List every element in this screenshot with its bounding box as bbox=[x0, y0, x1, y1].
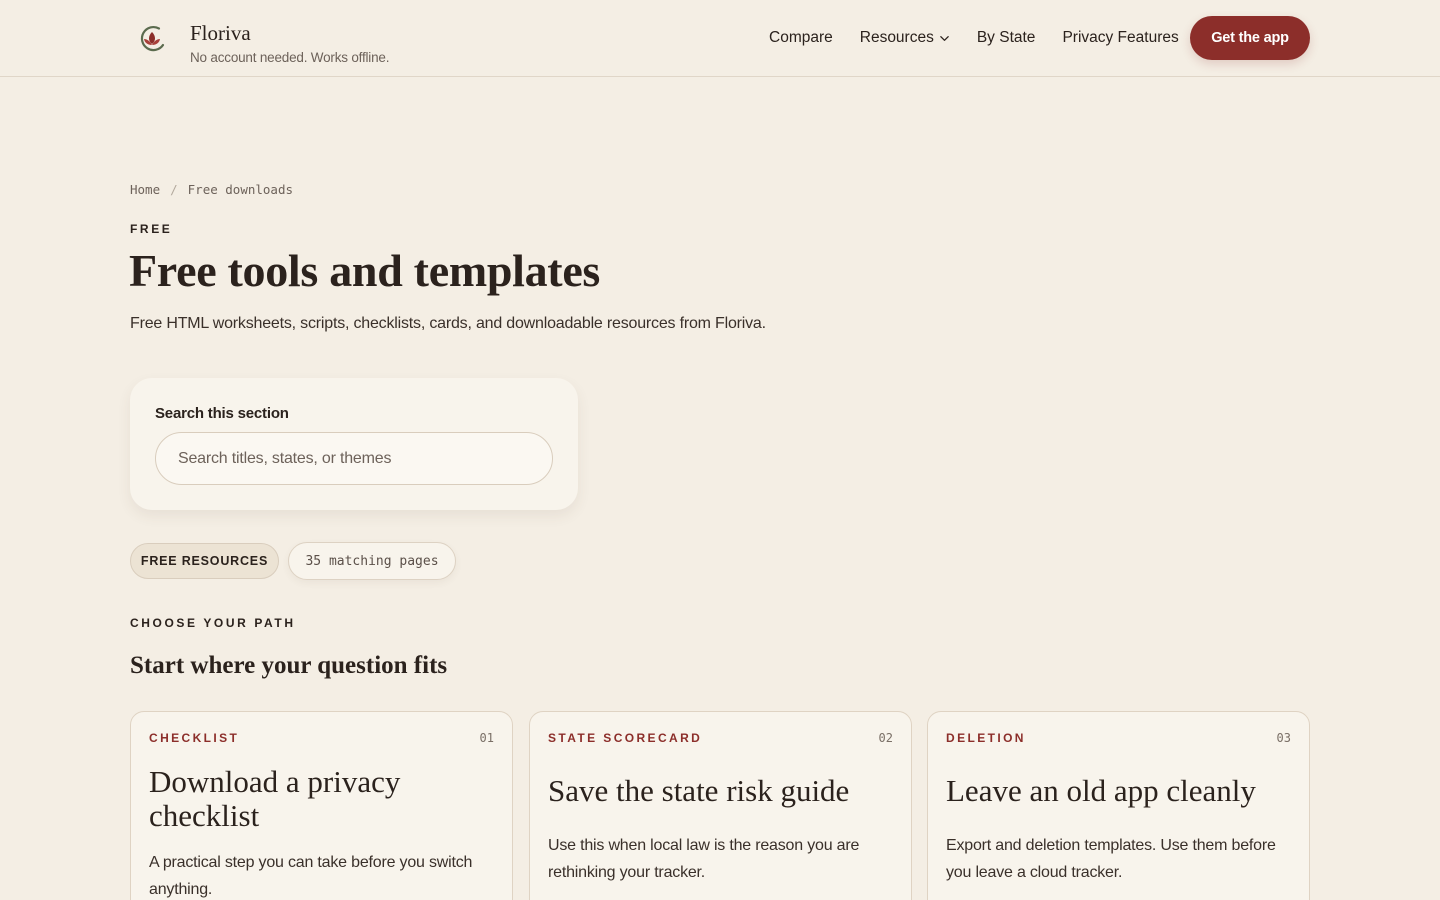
nav-resources-dropdown[interactable]: Resources bbox=[860, 29, 950, 47]
section-title: Start where your question fits bbox=[130, 652, 448, 679]
breadcrumb: Home / Free downloads bbox=[130, 182, 293, 197]
top-navigation-bar: Floriva No account needed. Works offline… bbox=[0, 0, 1440, 77]
card-title: Download a privacy checklist bbox=[149, 764, 401, 833]
card-description: Use this when local law is the reason yo… bbox=[548, 837, 860, 881]
matching-pages-count: 35 matching pages bbox=[288, 542, 456, 580]
nav-compare[interactable]: Compare bbox=[769, 29, 833, 47]
section-eyebrow: CHOOSE YOUR PATH bbox=[130, 616, 296, 630]
card-number: 01 bbox=[479, 731, 494, 745]
card-kicker: DELETION bbox=[946, 731, 1026, 745]
card-title: Save the state risk guide bbox=[548, 773, 850, 808]
search-panel: Search this section bbox=[130, 378, 578, 510]
page-description: Free HTML worksheets, scripts, checklist… bbox=[130, 315, 766, 332]
floriva-logo-icon bbox=[140, 25, 165, 52]
card-number: 02 bbox=[878, 731, 893, 745]
brand-tagline: No account needed. Works offline. bbox=[190, 50, 390, 65]
search-input[interactable] bbox=[155, 432, 553, 485]
breadcrumb-separator: / bbox=[170, 182, 178, 197]
page-eyebrow: FREE bbox=[130, 222, 173, 236]
chevron-down-icon bbox=[940, 35, 949, 41]
main-nav: Compare Resources By State Privacy Featu… bbox=[769, 29, 1179, 47]
card-title: Leave an old app cleanly bbox=[946, 773, 1256, 808]
card-kicker: CHECKLIST bbox=[149, 731, 240, 745]
path-card-checklist[interactable]: CHECKLIST 01 Download a privacy checklis… bbox=[130, 711, 513, 900]
card-description: A practical step you can take before you… bbox=[149, 854, 473, 898]
nav-by-state[interactable]: By State bbox=[977, 29, 1036, 47]
brand-name: Floriva bbox=[190, 21, 251, 45]
breadcrumb-current: Free downloads bbox=[187, 182, 293, 197]
page-title: Free tools and templates bbox=[129, 245, 601, 296]
search-label: Search this section bbox=[155, 405, 289, 422]
card-number: 03 bbox=[1276, 731, 1291, 745]
nav-resources-label: Resources bbox=[859, 29, 934, 46]
get-the-app-button[interactable]: Get the app bbox=[1190, 16, 1310, 60]
path-card-deletion[interactable]: DELETION 03 Leave an old app cleanly Exp… bbox=[927, 711, 1310, 900]
card-kicker: STATE SCORECARD bbox=[548, 731, 703, 745]
card-description: Export and deletion templates. Use them … bbox=[946, 837, 1276, 881]
free-resources-badge[interactable]: FREE RESOURCES bbox=[130, 543, 279, 579]
brand[interactable]: Floriva No account needed. Works offline… bbox=[137, 22, 389, 65]
nav-privacy-features[interactable]: Privacy Features bbox=[1062, 29, 1178, 47]
path-card-state-scorecard[interactable]: STATE SCORECARD 02 Save the state risk g… bbox=[529, 711, 912, 900]
breadcrumb-home-link[interactable]: Home bbox=[130, 182, 160, 197]
